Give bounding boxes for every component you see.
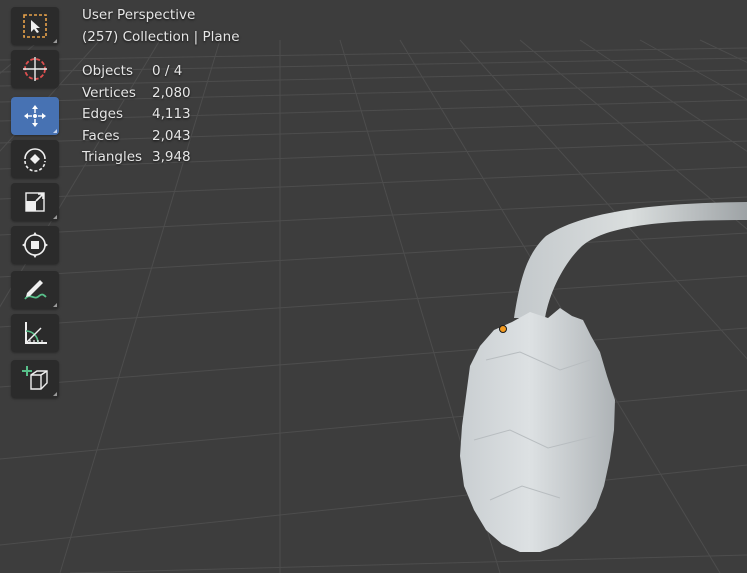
move-icon xyxy=(24,105,46,127)
tool-options-corner xyxy=(53,39,57,43)
origin-point[interactable] xyxy=(499,325,507,333)
stat-label: Faces xyxy=(82,127,120,144)
annotate-tool-button[interactable] xyxy=(11,271,59,309)
annotate-icon xyxy=(24,280,47,300)
stat-row-edges: Edges 4,113 xyxy=(82,104,240,126)
stat-label: Edges xyxy=(82,106,124,122)
measure-tool-button[interactable] xyxy=(11,314,59,352)
rotate-tool-button[interactable] xyxy=(11,140,59,178)
cursor-icon xyxy=(23,57,47,81)
tool-options-corner xyxy=(53,303,57,307)
stat-value: 2,080 xyxy=(152,84,191,101)
add-cube-tool-button[interactable] xyxy=(11,360,59,398)
tool-options-corner xyxy=(53,215,57,219)
collection-info: (257) Collection | Plane xyxy=(82,28,240,45)
scale-tool-button[interactable] xyxy=(11,183,59,221)
stat-value: 3,948 xyxy=(152,149,191,165)
transform-icon xyxy=(22,232,48,258)
move-tool-button[interactable] xyxy=(11,97,59,135)
stat-label: Objects xyxy=(82,63,134,79)
stat-row-vertices: Vertices 2,080 xyxy=(82,83,240,105)
stat-label: Triangles xyxy=(82,149,143,165)
scene-statistics: Objects 0 / 4 Vertices 2,080 Edges 4,113… xyxy=(82,61,240,169)
cursor-tool-button[interactable] xyxy=(11,50,59,88)
stat-row-faces: Faces 2,043 xyxy=(82,126,240,148)
measure-icon xyxy=(25,322,47,344)
view-name: User Perspective xyxy=(82,7,196,23)
select-box-icon xyxy=(23,14,47,38)
tool-options-corner xyxy=(53,129,57,133)
tool-options-corner xyxy=(53,392,57,396)
transform-tool-button[interactable] xyxy=(11,226,59,264)
stat-row-triangles: Triangles 3,948 xyxy=(82,147,240,169)
viewport-info-overlay: User Perspective (257) Collection | Plan… xyxy=(82,5,240,169)
select-box-tool-button[interactable] xyxy=(11,7,59,45)
stat-value: 0 / 4 xyxy=(152,63,183,79)
stat-value: 4,113 xyxy=(152,106,191,122)
rotate-icon xyxy=(24,148,46,172)
stat-row-objects: Objects 0 / 4 xyxy=(82,61,240,83)
scale-icon xyxy=(25,192,45,212)
stat-label: Vertices xyxy=(82,84,136,101)
stat-value: 2,043 xyxy=(152,127,191,144)
add-cube-icon xyxy=(22,366,48,390)
